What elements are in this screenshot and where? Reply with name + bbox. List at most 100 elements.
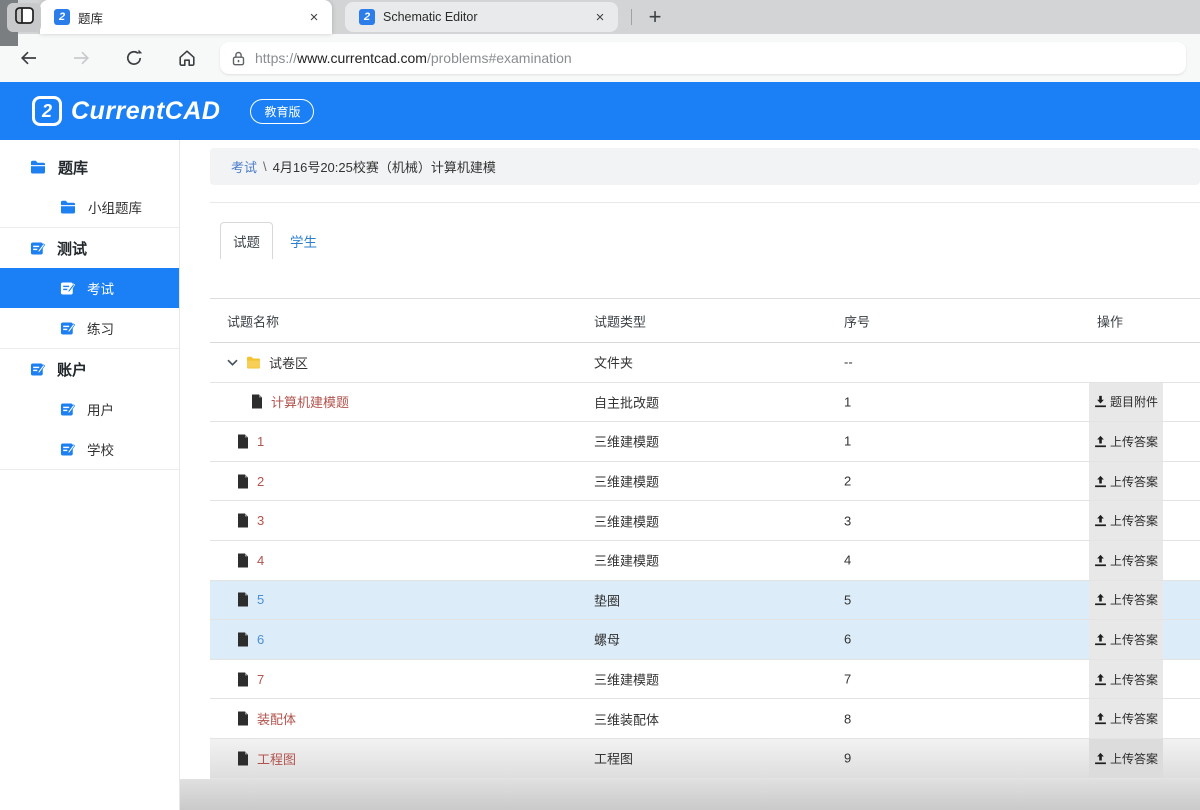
- sidebar-item-label: 测试: [57, 238, 87, 259]
- question-name-link[interactable]: 工程图: [257, 749, 296, 768]
- reload-icon: [124, 48, 144, 68]
- download-icon: [1094, 395, 1107, 408]
- breadcrumb-current: 4月16号20:25校赛（机械）计算机建模: [273, 157, 496, 176]
- file-icon: [237, 592, 249, 607]
- tab-divider: [631, 9, 632, 25]
- sidebar-item-user[interactable]: 用户: [0, 389, 179, 429]
- tab-close-button[interactable]: ×: [590, 9, 610, 26]
- question-type: 三维建模题: [594, 551, 659, 570]
- upload-answer-button[interactable]: 上传答案: [1089, 620, 1163, 659]
- address-bar[interactable]: https://www.currentcad.com/problems#exam…: [220, 42, 1186, 74]
- sidebar-item-label: 学校: [87, 439, 114, 459]
- upload-answer-button[interactable]: 上传答案: [1089, 541, 1163, 580]
- sidebar-item-label: 考试: [87, 278, 114, 298]
- page-bottom-band: [180, 779, 1200, 810]
- sidebar-item-account[interactable]: 账户: [0, 349, 179, 389]
- question-type: 三维建模题: [594, 472, 659, 491]
- table-row: 2 三维建模题 2 上传答案: [210, 462, 1200, 502]
- question-order: --: [844, 355, 853, 370]
- action-label: 上传答案: [1110, 750, 1158, 767]
- action-label: 题目附件: [1110, 393, 1158, 410]
- sidebar-item-school[interactable]: 学校: [0, 429, 179, 469]
- table-row: 1 三维建模题 1 上传答案: [210, 422, 1200, 462]
- question-name-link[interactable]: 7: [257, 672, 264, 687]
- home-button[interactable]: [170, 41, 204, 75]
- file-icon: [237, 751, 249, 766]
- question-table-body: 试卷区文件夹--计算机建模题自主批改题1题目附件1三维建模题1上传答案2三维建模…: [210, 343, 1200, 779]
- tab-workspaces-button[interactable]: [7, 3, 41, 32]
- file-icon: [237, 632, 249, 647]
- action-label: 上传答案: [1110, 631, 1158, 648]
- question-order: 3: [844, 513, 851, 528]
- question-type: 螺母: [594, 630, 620, 649]
- upload-answer-button[interactable]: 上传答案: [1089, 699, 1163, 738]
- browser-tab[interactable]: 2 题库 ×: [40, 0, 332, 34]
- split-window-icon: [15, 7, 34, 29]
- sidebar-item-test[interactable]: 测试: [0, 228, 179, 268]
- tab-close-button[interactable]: ×: [304, 9, 324, 26]
- action-label: 上传答案: [1110, 433, 1158, 450]
- action-label: 上传答案: [1110, 591, 1158, 608]
- action-label: 上传答案: [1110, 473, 1158, 490]
- sidebar-item-practice[interactable]: 练习: [0, 308, 179, 348]
- table-row: 试卷区文件夹--: [210, 343, 1200, 383]
- question-name-link[interactable]: 试卷区: [269, 353, 308, 372]
- upload-answer-button[interactable]: 上传答案: [1089, 462, 1163, 501]
- folder-icon: [60, 200, 76, 214]
- back-arrow-icon: [18, 48, 39, 68]
- question-type: 自主批改题: [594, 392, 659, 411]
- back-button[interactable]: [11, 41, 45, 75]
- question-name-link[interactable]: 5: [257, 592, 264, 607]
- table-row: 3三维建模题3上传答案: [210, 501, 1200, 541]
- upload-answer-button[interactable]: 上传答案: [1089, 581, 1163, 620]
- file-icon: [237, 672, 249, 687]
- sidebar-item-exam[interactable]: 考试: [0, 268, 179, 308]
- file-icon: [237, 711, 249, 726]
- forward-button[interactable]: [64, 41, 98, 75]
- workspace: 题库小组题库测试考试练习账户用户学校 考试 \ 4月16号20:25校赛（机械）…: [0, 140, 1200, 810]
- action-label: 上传答案: [1110, 552, 1158, 569]
- currentcad-favicon: 2: [54, 9, 70, 25]
- reload-button[interactable]: [117, 41, 151, 75]
- question-name-link[interactable]: 4: [257, 553, 264, 568]
- folder-icon: [30, 160, 46, 174]
- currentcad-logo-icon: 2: [32, 96, 62, 126]
- question-name-link[interactable]: 装配体: [257, 709, 296, 728]
- browser-tab[interactable]: 2 Schematic Editor ×: [345, 2, 618, 32]
- upload-answer-button[interactable]: 上传答案: [1089, 422, 1163, 461]
- breadcrumb-exam-link[interactable]: 考试: [231, 157, 257, 176]
- question-type: 三维建模题: [594, 432, 659, 451]
- action-label: 上传答案: [1110, 671, 1158, 688]
- sidebar-item-question-bank[interactable]: 题库: [0, 147, 179, 187]
- upload-answer-button[interactable]: 上传答案: [1089, 739, 1163, 778]
- question-name-link[interactable]: 3: [257, 513, 264, 528]
- tab-questions[interactable]: 试题: [220, 222, 273, 259]
- form-icon: [60, 321, 75, 336]
- file-icon: [251, 394, 263, 409]
- sidebar-item-group-question-bank[interactable]: 小组题库: [0, 187, 179, 227]
- upload-icon: [1094, 435, 1107, 448]
- sidebar-item-label: 账户: [57, 359, 87, 380]
- question-name-link[interactable]: 2: [257, 474, 264, 489]
- app-header: 2 CurrentCAD 教育版: [0, 82, 1200, 140]
- question-name-link[interactable]: 6: [257, 632, 264, 647]
- question-type: 三维装配体: [594, 709, 659, 728]
- upload-icon: [1094, 752, 1107, 765]
- form-icon: [30, 362, 45, 377]
- upload-answer-button[interactable]: 上传答案: [1089, 660, 1163, 699]
- upload-icon: [1094, 593, 1107, 606]
- question-order: 1: [844, 434, 851, 449]
- table-row: 4三维建模题4上传答案: [210, 541, 1200, 581]
- question-order: 2: [844, 474, 851, 489]
- question-name-link[interactable]: 1: [257, 434, 264, 449]
- upload-answer-button[interactable]: 上传答案: [1089, 501, 1163, 540]
- column-header-name: 试题名称: [227, 311, 279, 330]
- download-attachment-button[interactable]: 题目附件: [1089, 383, 1163, 422]
- tab-students[interactable]: 学生: [290, 222, 317, 259]
- sidebar-item-label: 小组题库: [88, 197, 142, 217]
- home-icon: [177, 48, 197, 68]
- new-tab-button[interactable]: +: [639, 0, 671, 34]
- tab-title: Schematic Editor: [383, 10, 582, 24]
- question-name-link[interactable]: 计算机建模题: [271, 392, 349, 411]
- caret-down-icon[interactable]: [227, 359, 238, 366]
